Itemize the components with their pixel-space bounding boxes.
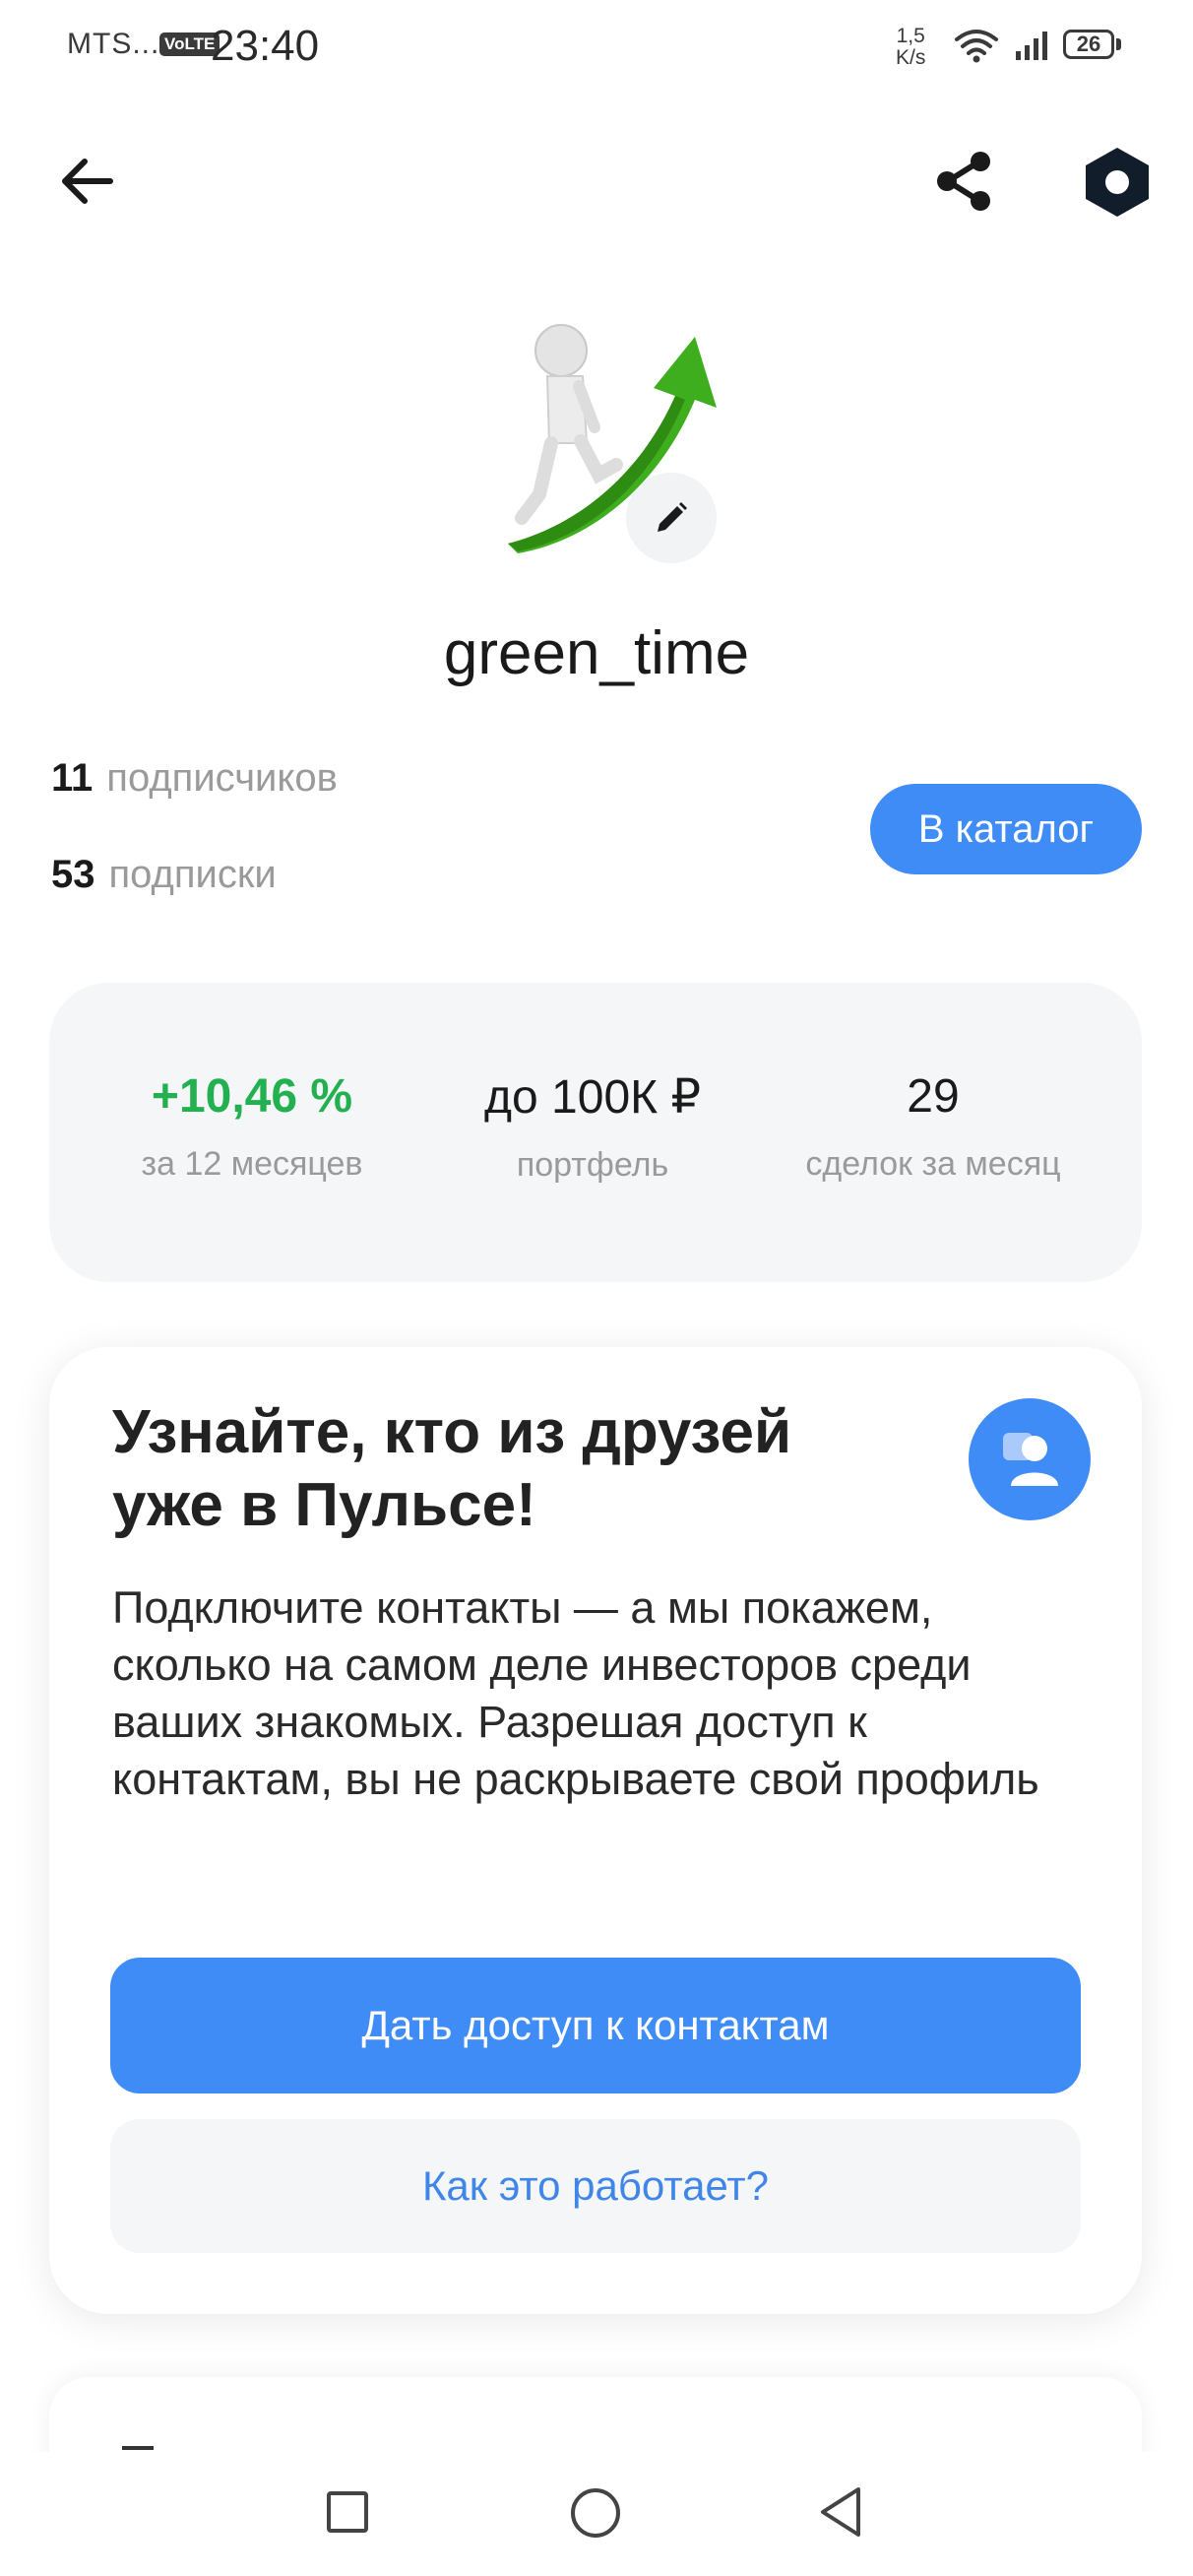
contacts-badge	[969, 1398, 1091, 1520]
catalog-button[interactable]: В каталог	[870, 784, 1142, 874]
metric-portfolio-value: до 100К ₽	[484, 1071, 701, 1124]
promo-description: Подключите контакты — а мы покажем, скол…	[112, 1582, 1039, 1804]
metric-yield-label: за 12 месяцев	[141, 1145, 363, 1183]
promo-title: Узнайте, кто из друзей уже в Пульсе!	[112, 1398, 792, 1539]
pencil-icon	[658, 502, 687, 532]
arrow-left-icon	[62, 159, 113, 204]
grant-contacts-button[interactable]: Дать доступ к контактам	[110, 1958, 1081, 2093]
followers-count: 11	[51, 756, 94, 800]
battery-tip	[1116, 38, 1121, 50]
edit-avatar-button[interactable]	[626, 473, 717, 563]
carrier-name: MTS...	[67, 28, 160, 60]
metric-yield-value: +10,46 %	[151, 1070, 353, 1123]
wifi-icon	[955, 30, 998, 63]
metric-yield: +10,46 % за 12 месяцев	[75, 1069, 429, 1184]
battery-icon: 26	[1063, 30, 1114, 59]
subscriptions-label: подписки	[108, 853, 277, 896]
metric-deals: 29 сделок за месяц	[756, 1069, 1110, 1184]
system-back-icon[interactable]	[817, 2485, 864, 2539]
contacts-promo-card: Узнайте, кто из друзей уже в Пульсе! Под…	[49, 1347, 1142, 2314]
person-icon	[1003, 1433, 1058, 1486]
speed-unit: K/s	[896, 46, 926, 69]
metric-deals-value: 29	[907, 1070, 960, 1123]
signal-icon	[1016, 32, 1047, 60]
followers-stat[interactable]: 11 подписчиков	[51, 756, 338, 801]
metric-portfolio-label: портфель	[516, 1146, 669, 1184]
speed-value: 1,5	[896, 25, 925, 47]
metric-portfolio: до 100К ₽ портфель	[415, 1069, 770, 1185]
how-it-works-button[interactable]: Как это работает?	[110, 2119, 1081, 2253]
back-button[interactable]	[45, 140, 128, 223]
home-button[interactable]	[571, 2488, 620, 2538]
username: green_time	[443, 619, 750, 687]
hexagon-settings-icon	[1086, 148, 1149, 217]
clock: 23:40	[211, 22, 320, 70]
settings-button[interactable]	[1075, 140, 1160, 225]
followers-label: подписчиков	[106, 756, 338, 800]
network-speed: 1,5 K/s	[896, 26, 925, 69]
profile-metrics-card: +10,46 % за 12 месяцев до 100К ₽ портфел…	[49, 983, 1142, 1282]
share-icon	[937, 152, 990, 211]
share-button[interactable]	[923, 140, 1006, 223]
next-card-fragment	[122, 2446, 154, 2450]
subscriptions-count: 53	[51, 853, 95, 896]
recent-apps-button[interactable]	[327, 2491, 368, 2533]
subscriptions-stat[interactable]: 53 подписки	[51, 853, 277, 897]
metric-deals-label: сделок за месяц	[805, 1145, 1061, 1183]
status-bar: MTS... VoLTE 23:40 1,5 K/s 26	[0, 0, 1193, 98]
